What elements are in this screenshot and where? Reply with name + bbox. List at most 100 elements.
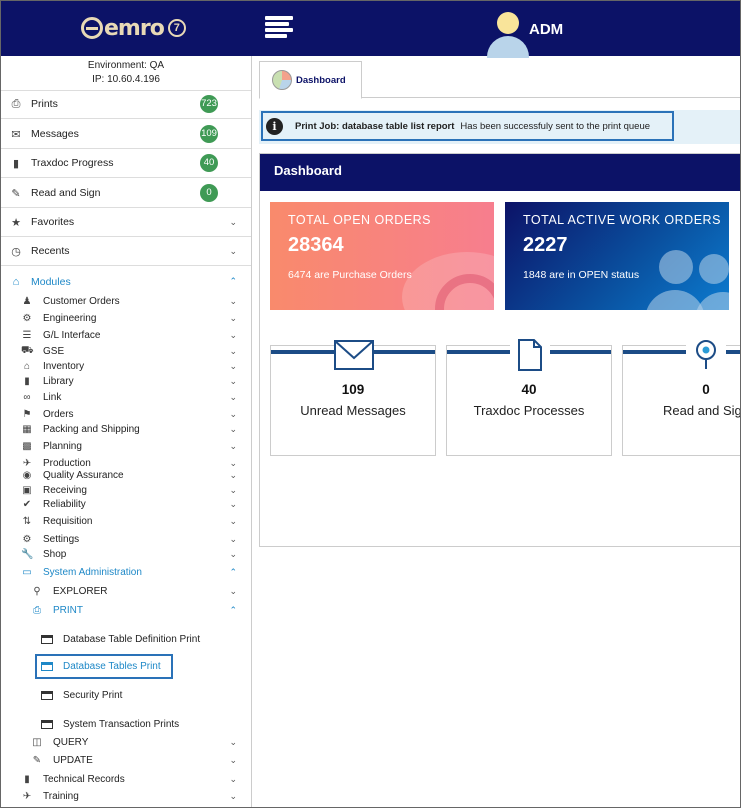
dashboard-title: Dashboard (260, 154, 740, 191)
book-icon: ▮ (12, 157, 20, 170)
unread-messages-tile[interactable]: 109 Unread Messages (270, 338, 436, 456)
sidebar-item-traxdoc-progress[interactable]: ▮ Traxdoc Progress 40 (1, 149, 251, 178)
module-gse[interactable]: ⛟ GSE ⌄ (1, 343, 251, 359)
chevron-down-icon: ⌄ (229, 216, 237, 227)
window-icon (41, 719, 53, 729)
truck-icon: ⛟ (21, 344, 34, 356)
user-name[interactable]: ADM (529, 21, 563, 38)
print-item-label: System Transaction Prints (63, 718, 180, 730)
submenu-label: QUERY (53, 736, 89, 748)
emro-logo[interactable]: emro 7 (81, 13, 186, 43)
module-shop[interactable]: 🔧 Shop ⌄ (1, 546, 251, 562)
sidebar-item-read-and-sign[interactable]: ✎ Read and Sign 0 (1, 179, 251, 208)
tab-label: Dashboard (296, 74, 346, 86)
submenu-label: PRINT (53, 604, 83, 616)
sidebar-item-label: Recents (31, 245, 70, 257)
module-planning[interactable]: ▩ Planning ⌄ (1, 438, 251, 454)
sidebar-item-label: Messages (31, 128, 79, 140)
logo-text: emro (104, 15, 165, 41)
module-reliability[interactable]: ✔ Reliability ⌄ (1, 496, 251, 512)
chevron-down-icon: ⌄ (229, 754, 237, 765)
calendar-icon: ▩ (22, 440, 32, 452)
dashboard-panel: Dashboard TOTAL OPEN ORDERS 28364 6474 a… (259, 153, 740, 547)
chevron-down-icon: ⌄ (229, 773, 237, 784)
module-label: Settings (43, 533, 80, 545)
environment-label: Environment: QA (87, 60, 165, 71)
search-icon: ⚲ (33, 585, 41, 597)
chevron-down-icon: ⌄ (229, 312, 237, 323)
module-label: Orders (43, 408, 74, 420)
book-icon: ▮ (24, 375, 30, 387)
module-engineering[interactable]: ⚙ Engineering ⌄ (1, 310, 251, 326)
chevron-down-icon: ⌄ (229, 498, 237, 509)
module-orders[interactable]: ⚑ Orders ⌄ (1, 406, 251, 422)
info-icon: i (266, 117, 283, 135)
sidebar-item-prints[interactable]: ⎙ Prints 723 (1, 90, 251, 119)
sysadmin-update[interactable]: ✎ UPDATE ⌄ (1, 751, 251, 769)
module-gl-interface[interactable]: ☰ G/L Interface ⌄ (1, 327, 251, 343)
sidebar-item-label: Traxdoc Progress (31, 157, 114, 169)
sidebar-item-messages[interactable]: ✉ Messages 109 (1, 120, 251, 149)
tag-icon: ⚑ (22, 408, 32, 420)
open-orders-card[interactable]: TOTAL OPEN ORDERS 28364 6474 are Purchas… (270, 202, 494, 310)
card-value: 2227 (523, 234, 568, 256)
module-system-administration[interactable]: ▭ System Administration ⌃ (1, 564, 251, 580)
print-item-security-print[interactable]: Security Print (41, 685, 122, 705)
module-label: Requisition (43, 515, 93, 527)
sidebar-item-label: Favorites (31, 216, 75, 228)
home-icon: ⌂ (12, 275, 20, 288)
card-description: 6474 are Purchase Orders (288, 269, 412, 281)
top-bar: emro 7 ADM (1, 1, 740, 58)
printer-icon: ⎙ (33, 604, 41, 616)
module-training[interactable]: ✈ Training ⌄ (1, 788, 251, 804)
eye-icon: ◉ (22, 469, 32, 481)
book-icon: ▮ (24, 773, 30, 785)
tab-bar: Dashboard (259, 61, 740, 99)
menu-toggle-icon[interactable] (265, 16, 293, 40)
tile-label: Traxdoc Processes (473, 403, 585, 418)
sidebar-item-recents[interactable]: ◷ Recents ⌄ (1, 237, 251, 266)
print-item-label: Database Tables Print (63, 661, 161, 672)
tab-dashboard[interactable]: Dashboard (259, 61, 362, 99)
notification-message: Has been successfuly sent to the print q… (460, 120, 651, 132)
module-label: GSE (43, 345, 65, 357)
home-icon: ⌂ (23, 360, 31, 372)
window-icon (41, 662, 53, 671)
module-label: Technical Records (43, 773, 125, 785)
submenu-label: EXPLORER (53, 585, 108, 597)
print-item-database-tables-print[interactable]: Database Tables Print (35, 654, 173, 679)
sysadmin-print[interactable]: ⎙ PRINT ⌃ (1, 601, 251, 619)
module-customer-orders[interactable]: ♟ Customer Orders ⌄ (1, 293, 251, 309)
star-icon: ★ (11, 216, 21, 229)
sidebar-item-favorites[interactable]: ★ Favorites ⌄ (1, 208, 251, 237)
active-work-orders-card[interactable]: TOTAL ACTIVE WORK ORDERS 2227 1848 are i… (505, 202, 729, 310)
module-library[interactable]: ▮ Library ⌄ (1, 373, 251, 389)
module-requisition[interactable]: ⇅ Requisition ⌄ (1, 513, 251, 529)
module-link[interactable]: ∞ Link ⌄ (1, 389, 251, 405)
card-value: 28364 (288, 234, 344, 256)
chevron-down-icon: ⌄ (229, 360, 237, 371)
module-inventory[interactable]: ⌂ Inventory ⌄ (1, 358, 251, 374)
chevron-down-icon: ⌄ (229, 245, 237, 256)
module-label: Customer Orders (43, 295, 120, 307)
sort-icon: ⇅ (22, 515, 32, 527)
module-packing-and-shipping[interactable]: ▦ Packing and Shipping ⌄ (1, 421, 251, 437)
module-label: G/L Interface (43, 329, 101, 341)
sysadmin-explorer[interactable]: ⚲ EXPLORER ⌄ (1, 582, 251, 600)
chevron-down-icon: ⌄ (229, 329, 237, 340)
print-item-database-table-definition[interactable]: Database Table Definition Print (41, 629, 200, 649)
module-settings[interactable]: ⚙ Settings ⌄ (1, 531, 251, 547)
chevron-down-icon: ⌄ (229, 408, 237, 419)
sidebar-item-modules[interactable]: ⌂ Modules ⌃ (1, 267, 251, 296)
module-technical-records[interactable]: ▮ Technical Records ⌄ (1, 771, 251, 787)
tile-count: 0 (702, 382, 710, 397)
plane-icon: ✈ (22, 790, 32, 802)
sysadmin-query[interactable]: ◫ QUERY ⌄ (1, 733, 251, 751)
tile-label: Unread Messages (300, 403, 406, 418)
traxdoc-processes-tile[interactable]: 40 Traxdoc Processes (446, 338, 612, 456)
user-avatar-icon[interactable] (485, 10, 529, 58)
print-item-system-transaction-prints[interactable]: System Transaction Prints (41, 714, 179, 734)
module-quality-assurance[interactable]: ◉ Quality Assurance ⌄ (1, 467, 251, 483)
read-and-sign-tile[interactable]: 0 Read and Sign (622, 338, 740, 456)
chevron-up-icon: ⌃ (229, 604, 237, 615)
